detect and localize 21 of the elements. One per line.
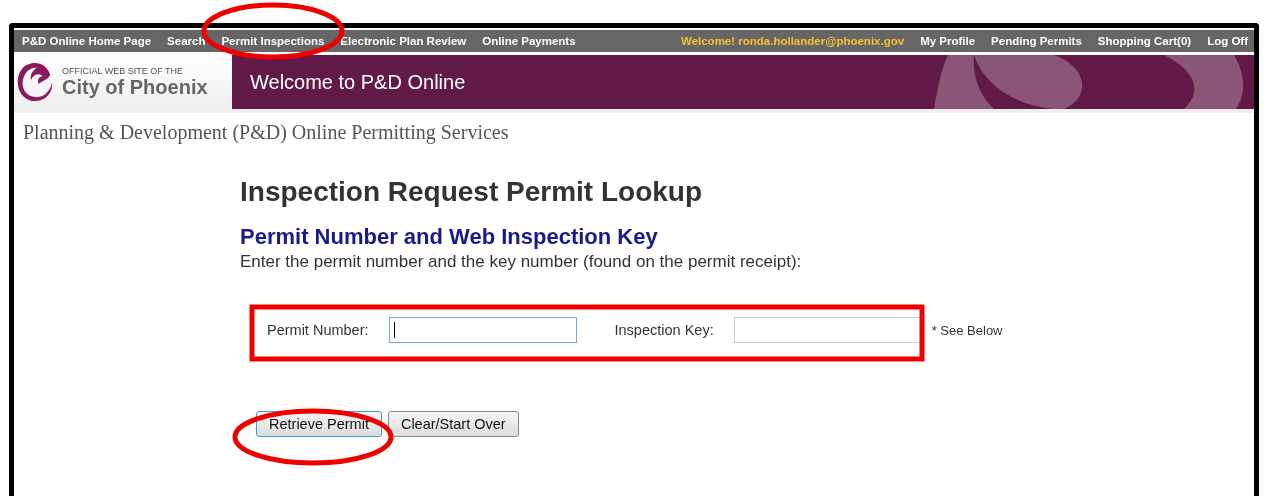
note-text: * See Below <box>931 322 1003 338</box>
nav-link[interactable]: P&D Online Home Page <box>22 35 152 47</box>
nav-link[interactable]: Online Payments <box>482 35 576 47</box>
nav-link[interactable]: Pending Permits <box>991 35 1082 47</box>
section-heading: Permit Number and Web Inspection Key <box>240 224 659 250</box>
logo-title: City of Phoenix <box>62 76 208 98</box>
site-title: Planning & Development (P&D) Online Permitting Services <box>22 120 510 144</box>
banner-title: Welcome to P&D Online <box>249 70 466 94</box>
field-label: Inspection Key: <box>614 322 714 338</box>
nav-link[interactable]: Electronic Plan Review <box>340 35 467 47</box>
nav-link[interactable]: Search <box>167 35 206 47</box>
nav-link[interactable]: Shopping Cart(0) <box>1097 35 1192 47</box>
nav-link[interactable]: Permit Inspections <box>221 35 325 47</box>
welcome-text: Welcome! ronda.hollander@phoenix.gov <box>681 35 905 47</box>
form-button[interactable]: Clear/Start Over <box>387 411 519 437</box>
nav-link[interactable]: Log Off <box>1207 35 1248 47</box>
instruction-text: Enter the permit number and the key number (found on the permit receipt): <box>240 252 803 272</box>
logo-tagline: OFFICIAL WEB SITE OF THE <box>62 66 184 76</box>
field-label: Permit Number: <box>267 322 369 338</box>
nav-link[interactable]: My Profile <box>920 35 976 47</box>
page-heading: Inspection Request Permit Lookup <box>240 176 704 208</box>
